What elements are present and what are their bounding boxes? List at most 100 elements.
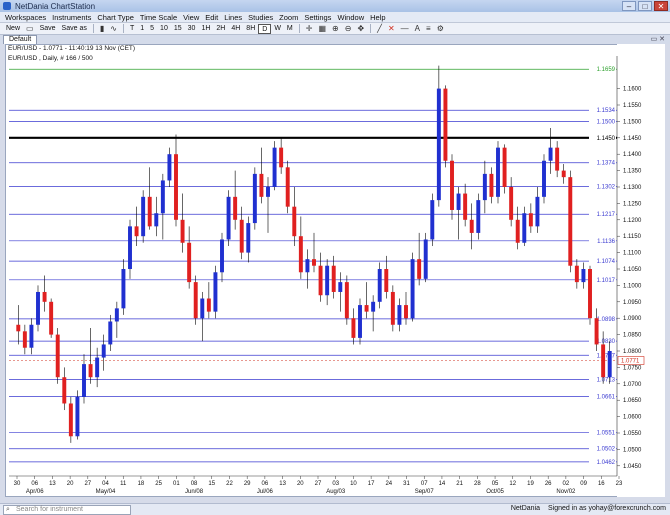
y-tick-label: 1.0850 bbox=[623, 333, 642, 339]
candle-body bbox=[476, 200, 481, 233]
text-icon[interactable]: A bbox=[412, 24, 423, 33]
candle-body bbox=[397, 305, 402, 325]
trendline-icon[interactable]: ╱ bbox=[374, 24, 385, 33]
candle-body bbox=[509, 187, 514, 220]
candle-body bbox=[279, 147, 284, 168]
menu-chart-type[interactable]: Chart Type bbox=[94, 13, 137, 22]
candle-body bbox=[141, 196, 146, 237]
interval-daily[interactable]: D bbox=[258, 23, 272, 34]
zoom-out-icon[interactable]: ⊖ bbox=[342, 24, 355, 33]
x-tick-label: 12 bbox=[509, 481, 516, 487]
grid-icon[interactable]: ▦ bbox=[315, 24, 329, 33]
candle-body bbox=[358, 305, 362, 338]
menu-time-scale[interactable]: Time Scale bbox=[137, 13, 180, 22]
hline-icon[interactable]: ― bbox=[398, 24, 412, 33]
x-tick-label: 07 bbox=[421, 481, 428, 487]
line-chart-icon[interactable]: ∿ bbox=[107, 24, 120, 33]
delete-icon[interactable]: ✕ bbox=[385, 24, 398, 33]
menu-lines[interactable]: Lines bbox=[221, 13, 245, 22]
candle-body bbox=[16, 324, 21, 332]
candle-body bbox=[542, 160, 546, 197]
candle-body bbox=[417, 259, 422, 279]
candle-body bbox=[42, 291, 47, 302]
y-tick-label: 1.1100 bbox=[623, 251, 642, 257]
interval-30m[interactable]: 30 bbox=[185, 24, 199, 34]
menu-help[interactable]: Help bbox=[367, 13, 388, 22]
candle-body bbox=[226, 196, 231, 240]
new-button[interactable]: New bbox=[3, 24, 23, 34]
menu-edit[interactable]: Edit bbox=[202, 13, 221, 22]
chart-header: EUR/USD - 1.0771 - 11:40:19 13 Nov (CET) bbox=[8, 45, 136, 52]
level-label: 1.1500 bbox=[597, 119, 616, 125]
folder-icon[interactable]: ▭ bbox=[23, 24, 37, 33]
x-tick-label: 02 bbox=[563, 481, 570, 487]
price-chart[interactable]: 1.0450 1.0500 1.0550 1.0600 1.0650 1.0700 1.07… bbox=[5, 44, 665, 497]
save-button[interactable]: Save bbox=[37, 24, 59, 34]
crosshair-icon[interactable]: ✛ bbox=[303, 24, 316, 33]
candle-body bbox=[515, 219, 520, 243]
candle-body bbox=[128, 226, 132, 269]
pan-icon[interactable]: ✥ bbox=[354, 24, 367, 33]
candle-body bbox=[555, 147, 560, 171]
y-tick-label: 1.0650 bbox=[623, 398, 642, 404]
menu-workspaces[interactable]: Workspaces bbox=[2, 13, 49, 22]
interval-tick[interactable]: T bbox=[127, 24, 137, 34]
menu-window[interactable]: Window bbox=[334, 13, 367, 22]
menu-zoom[interactable]: Zoom bbox=[276, 13, 301, 22]
level-label: 1.1659 bbox=[597, 67, 616, 73]
y-tick-label: 1.1450 bbox=[623, 136, 642, 142]
interval-1h[interactable]: 1H bbox=[198, 24, 213, 34]
x-tick-label: 19 bbox=[527, 481, 534, 487]
candle-body bbox=[239, 219, 244, 253]
chart-type-icon[interactable]: ▮ bbox=[97, 24, 107, 33]
month-label: Sep/07 bbox=[415, 489, 435, 495]
candle-body bbox=[496, 147, 500, 197]
interval-2h[interactable]: 2H bbox=[213, 24, 228, 34]
interval-5m[interactable]: 5 bbox=[147, 24, 157, 34]
x-tick-label: 20 bbox=[67, 481, 74, 487]
tab-window-controls[interactable]: ▭ ✕ bbox=[651, 35, 665, 43]
interval-10m[interactable]: 10 bbox=[157, 24, 171, 34]
y-tick-label: 1.0950 bbox=[623, 300, 642, 306]
level-label: 1.0661 bbox=[597, 395, 616, 401]
workspace-tabs: Default ▭ ✕ bbox=[0, 35, 670, 44]
candle-body bbox=[154, 213, 159, 227]
interval-monthly[interactable]: M bbox=[284, 24, 296, 34]
interval-8h[interactable]: 8H bbox=[243, 24, 258, 34]
x-tick-label: 10 bbox=[350, 481, 357, 487]
interval-15m[interactable]: 15 bbox=[171, 24, 185, 34]
interval-1m[interactable]: 1 bbox=[137, 24, 147, 34]
x-tick-label: 22 bbox=[226, 481, 233, 487]
candle-body bbox=[167, 154, 172, 181]
candle-body bbox=[482, 173, 487, 201]
candle-body bbox=[62, 377, 67, 404]
candle-body bbox=[463, 193, 468, 220]
menu-studies[interactable]: Studies bbox=[245, 13, 276, 22]
candle-body bbox=[436, 88, 441, 201]
tab-default[interactable]: Default bbox=[3, 35, 38, 44]
zoom-in-icon[interactable]: ⊕ bbox=[329, 24, 342, 33]
minimize-button[interactable]: – bbox=[622, 1, 636, 11]
fibonacci-icon[interactable]: ≡ bbox=[423, 24, 434, 33]
interval-weekly[interactable]: W bbox=[271, 24, 284, 34]
candle-body bbox=[423, 239, 428, 279]
candle-body bbox=[502, 147, 507, 187]
candle-body bbox=[561, 170, 566, 178]
candle-body bbox=[220, 239, 224, 273]
interval-4h[interactable]: 4H bbox=[228, 24, 243, 34]
menu-settings[interactable]: Settings bbox=[301, 13, 334, 22]
menu-instruments[interactable]: Instruments bbox=[49, 13, 94, 22]
month-label: Nov/02 bbox=[556, 489, 576, 495]
x-tick-label: 25 bbox=[155, 481, 162, 487]
maximize-button[interactable]: □ bbox=[638, 1, 652, 11]
menu-view[interactable]: View bbox=[180, 13, 202, 22]
instrument-search-input[interactable]: ⌕ Search for instrument bbox=[3, 504, 131, 515]
level-label: 1.1217 bbox=[597, 212, 616, 218]
close-button[interactable]: ✕ bbox=[654, 1, 668, 11]
candle-body bbox=[528, 213, 533, 227]
level-label: 1.0462 bbox=[597, 460, 616, 466]
y-tick-label: 1.1150 bbox=[623, 234, 642, 240]
settings-icon[interactable]: ⚙ bbox=[434, 24, 447, 33]
save-as-button[interactable]: Save as bbox=[59, 24, 90, 34]
candle-body bbox=[298, 236, 303, 273]
